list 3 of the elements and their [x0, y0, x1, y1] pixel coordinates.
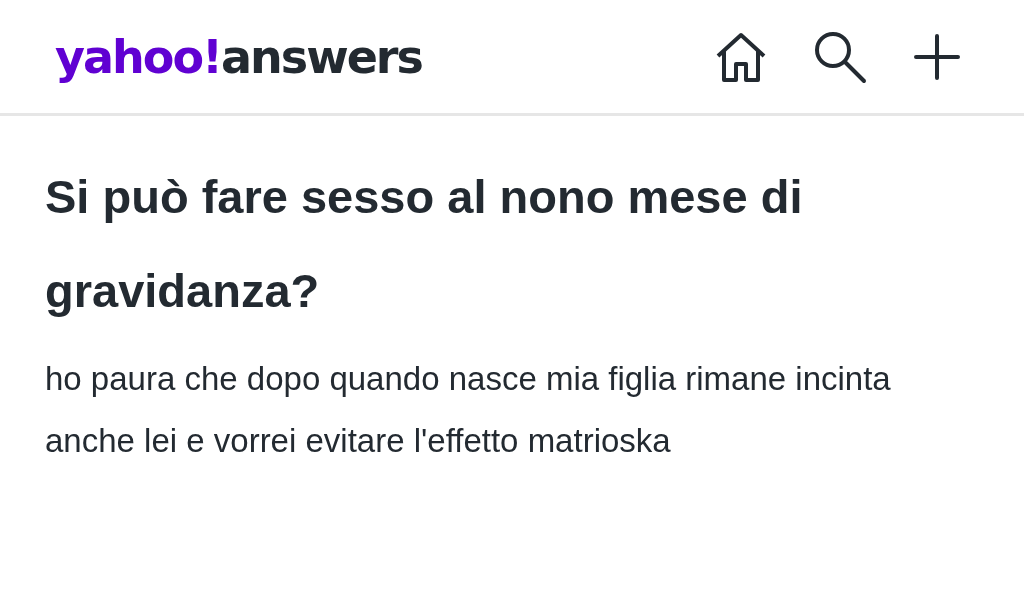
question-details: ho paura che dopo quando nasce mia figlia rimane incinta anche lei e vorrei evitare l'effetto matrioska — [45, 359, 892, 461]
logo[interactable]: yahoo!answers — [55, 29, 422, 84]
question-title: Si può fare sesso al nono mese di gravidanza? — [45, 169, 804, 319]
